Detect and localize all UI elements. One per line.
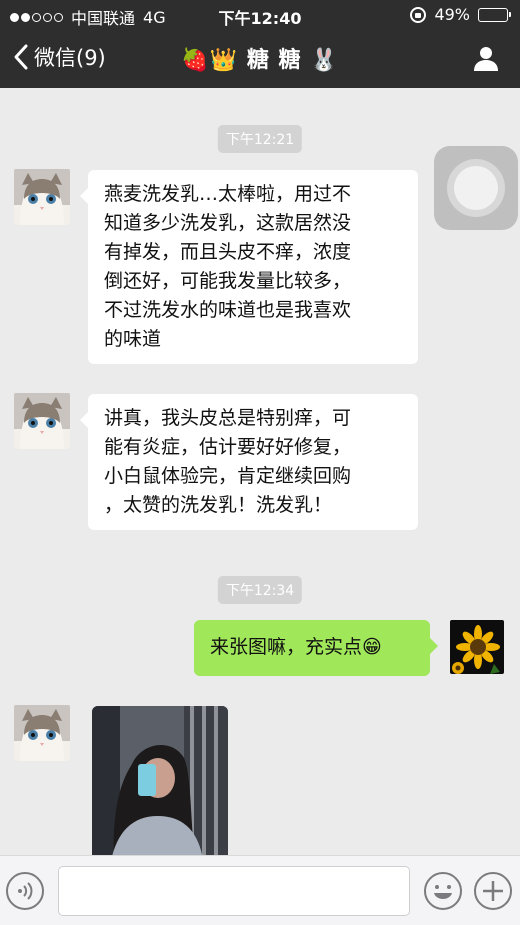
chat-title: 🍓👑 糖 糖 🐰 [0, 42, 520, 74]
input-bar [0, 855, 520, 925]
title-emoji-suffix: 🐰 [310, 48, 339, 73]
battery-icon [478, 7, 511, 22]
message-line: 不过洗发水的味道也是我喜欢 [104, 299, 352, 321]
cat-avatar[interactable] [14, 705, 70, 761]
message-line: 燕麦洗发乳…太棒啦，用过不 [104, 183, 352, 205]
message-line: 知道多少洗发乳，这款居然没 [104, 212, 352, 234]
time-stamp: 下午12:21 [217, 125, 303, 153]
message-bubble-received[interactable]: 燕麦洗发乳…太棒啦，用过不 知道多少洗发乳，这款居然没 有掉发，而且头皮不痒，浓… [80, 170, 418, 364]
image-message[interactable] [92, 706, 228, 855]
more-button[interactable] [474, 872, 512, 910]
message-line: 倒还好，可能我发量比较多， [104, 270, 352, 292]
message-line: 小白鼠体验完，肯定继续回购 [104, 465, 352, 487]
message-line: 的味道 [104, 328, 162, 350]
nav-bar: 微信(9) 🍓👑 糖 糖 🐰 [0, 30, 520, 88]
cat-avatar[interactable] [14, 169, 70, 225]
message-line: 有掉发，而且头皮不痒，浓度 [104, 241, 352, 263]
message-line: 讲真，我头皮总是特别痒，可 [104, 407, 352, 429]
battery-percent: 49% [434, 5, 470, 24]
status-bar: 中国联通 4G 下午12:40 49% [0, 0, 520, 30]
cat-avatar[interactable] [14, 393, 70, 449]
time-stamp: 下午12:34 [217, 576, 303, 604]
status-right: 49% [410, 5, 511, 24]
voice-button[interactable] [6, 872, 44, 910]
plus-icon [483, 881, 503, 901]
voice-icon [18, 882, 33, 900]
assistive-touch-icon[interactable] [434, 146, 518, 230]
message-bubble-received[interactable]: 讲真，我头皮总是特别痒，可 能有炎症，估计要好好修复， 小白鼠体验完，肯定继续回… [80, 394, 418, 530]
orientation-lock-icon [410, 6, 427, 23]
message-text: 来张图嘛，充实点😁 [210, 636, 382, 658]
emoji-button[interactable] [424, 872, 462, 910]
emoji-icon [434, 885, 452, 899]
message-line: ，太赞的洗发乳！洗发乳！ [104, 494, 333, 516]
message-bubble-sent[interactable]: 来张图嘛，充实点😁 [194, 620, 438, 676]
profile-icon[interactable] [472, 44, 500, 72]
chat-area[interactable]: 下午12:21 燕麦洗发乳…太棒啦，用过不 知道多少洗发乳，这款居然没 有掉发，… [0, 88, 520, 855]
message-input[interactable] [58, 866, 410, 916]
chat-title-text: 糖 糖 [246, 48, 302, 73]
message-line: 能有炎症，估计要好好修复， [104, 436, 352, 458]
sunflower-avatar[interactable] [450, 620, 504, 674]
title-emoji-prefix: 🍓👑 [181, 48, 239, 73]
top-bar: 中国联通 4G 下午12:40 49% 微信(9) 🍓👑 糖 糖 🐰 [0, 0, 520, 88]
